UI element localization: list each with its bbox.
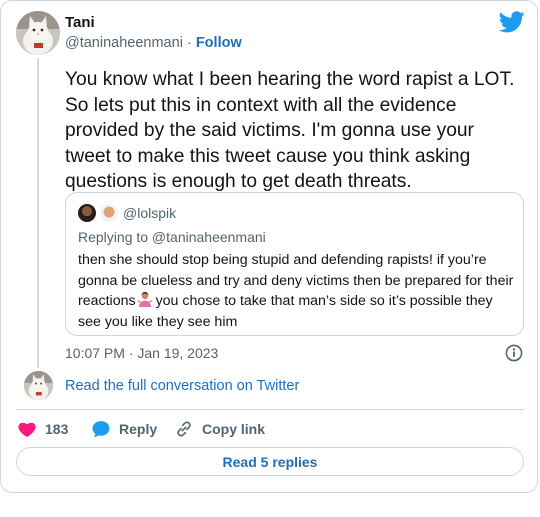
tweet-text: You know what I been hearing the word ra… xyxy=(65,69,515,192)
cat-avatar-image xyxy=(24,371,53,400)
like-count: 183 xyxy=(45,421,69,437)
tweet-timestamp[interactable]: 10:07 PM · Jan 19, 2023 xyxy=(65,345,218,361)
follow-link[interactable]: Follow xyxy=(196,35,242,51)
quoted-author-avatar xyxy=(78,204,96,222)
thread-line xyxy=(37,58,39,368)
conversation-avatar xyxy=(24,371,53,400)
author-name[interactable]: Tani xyxy=(65,14,95,31)
copy-link-button[interactable]: Copy link xyxy=(174,418,265,440)
like-button[interactable]: 183 xyxy=(17,418,68,440)
reply-button[interactable]: Reply xyxy=(91,418,157,440)
speech-bubble-icon xyxy=(92,421,110,438)
read-replies-button[interactable]: Read 5 replies xyxy=(16,447,524,476)
info-icon[interactable] xyxy=(505,344,523,362)
heart-icon xyxy=(18,422,36,437)
read-full-conversation-link[interactable]: Read the full conversation on Twitter xyxy=(65,378,299,394)
twitter-bird-icon[interactable] xyxy=(498,11,525,33)
quoted-author-avatars xyxy=(78,204,118,222)
quoted-author-handle: @lolspik xyxy=(123,205,177,221)
quoted-tweet[interactable]: @lolspik Replying to @taninaheenmani the… xyxy=(65,192,524,336)
cat-avatar-image xyxy=(16,11,60,55)
person-shrugging-emoji xyxy=(137,291,153,307)
copy-link-label: Copy link xyxy=(202,421,266,437)
author-avatar[interactable] xyxy=(16,11,60,55)
divider xyxy=(16,409,524,410)
replying-to-label: Replying to @taninaheenmani xyxy=(78,229,266,245)
link-icon xyxy=(177,421,191,437)
author-handle-row: @taninaheenmani · Follow xyxy=(65,35,242,51)
separator-dot: · xyxy=(186,35,192,51)
reply-label: Reply xyxy=(119,421,158,437)
bald-person-emoji xyxy=(100,204,118,222)
author-handle[interactable]: @taninaheenmani xyxy=(65,35,183,51)
quoted-tweet-text: then she should stop being stupid and de… xyxy=(78,250,518,332)
